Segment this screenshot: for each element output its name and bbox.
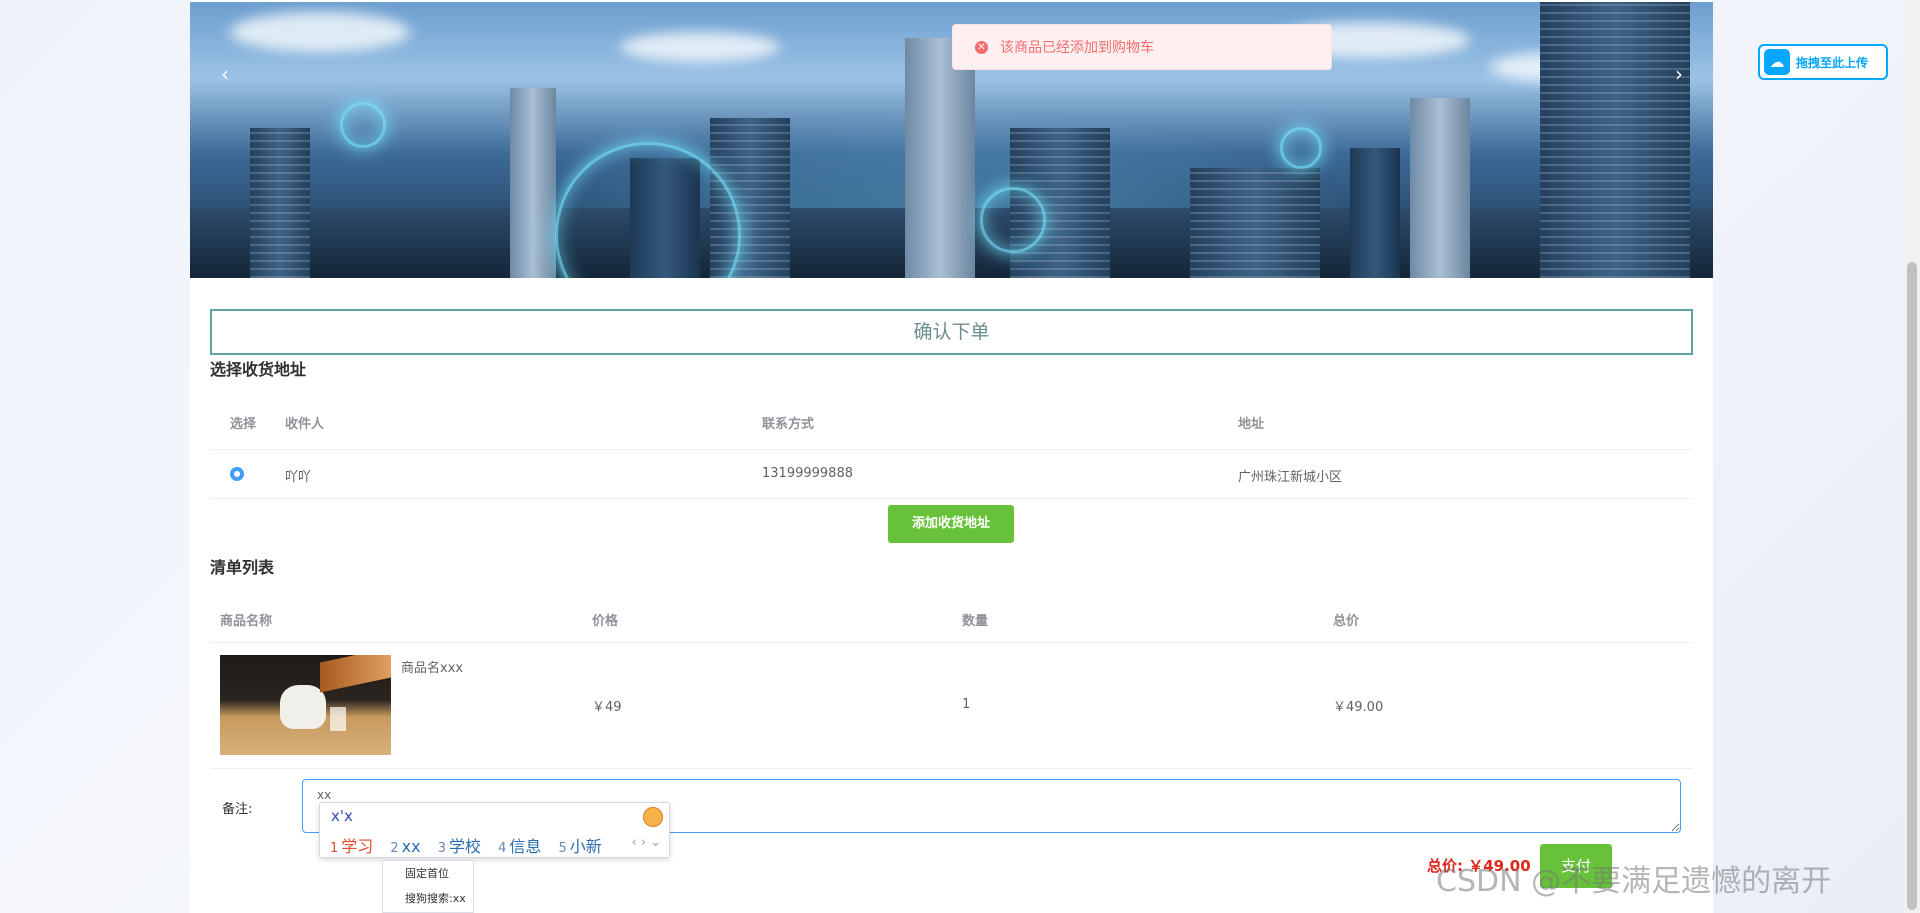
col-total: 总价: [1333, 614, 1360, 629]
upload-label: 拖拽至此上传: [1796, 55, 1869, 70]
error-circle-icon: ✕: [975, 40, 988, 54]
product-quantity: 1: [962, 697, 971, 712]
cloud-icon: ☁: [1764, 49, 1790, 75]
banner-cloud: [620, 32, 780, 62]
scrollbar-thumb[interactable]: [1907, 262, 1917, 910]
ime-candidate-popup: x'x 1 学习 2 xx 3 学校 4 信息 5 小新 ‹ › ⌄: [319, 802, 670, 858]
carousel-prev-arrow[interactable]: ‹: [221, 64, 229, 84]
order-table: 商品名称 价格 数量 总价 商品名xxx ￥49 1 ￥49.00: [210, 590, 1693, 769]
address-table-header: 选择 收件人 联系方式 地址: [210, 393, 1693, 450]
order-section-title: 清单列表: [210, 558, 275, 577]
add-address-button[interactable]: 添加收货地址: [888, 505, 1014, 543]
address-radio[interactable]: [230, 467, 244, 481]
remark-label: 备注:: [222, 802, 253, 817]
banner-building: [1540, 2, 1690, 278]
banner-glow-ring: [340, 102, 386, 148]
banner-building: [905, 38, 975, 278]
banner-glow-ring: [1280, 127, 1322, 169]
banner-building: [510, 88, 556, 278]
product-total: ￥49.00: [1333, 700, 1384, 715]
product-image-bottle: [320, 655, 391, 693]
ime-composition: x'x: [331, 807, 353, 825]
ime-candidate[interactable]: 1 学习: [330, 837, 373, 856]
toast-message: ✕ 该商品已经添加到购物车: [952, 24, 1332, 70]
banner-building: [1190, 168, 1320, 278]
banner-building: [250, 128, 310, 278]
product-image-glass: [330, 707, 346, 731]
address-cell: 广州珠江新城小区: [1238, 470, 1343, 485]
recipient-cell: 吖吖: [285, 470, 312, 485]
col-select: 选择: [230, 417, 257, 432]
address-section-title: 选择收货地址: [210, 360, 307, 379]
ime-candidate[interactable]: 2 xx: [390, 837, 420, 856]
ime-skin-icon[interactable]: [643, 807, 663, 827]
col-quantity: 数量: [962, 614, 989, 629]
toast-text: 该商品已经添加到购物车: [1000, 40, 1154, 56]
ime-candidate[interactable]: 3 学校: [438, 837, 481, 856]
banner-glow-ring: [980, 187, 1046, 253]
ime-menu-pin[interactable]: 固定首位: [383, 861, 473, 886]
ime-candidate[interactable]: 5 小新: [558, 837, 601, 856]
watermark-text: CSDN @不要满足遗憾的离开: [1436, 864, 1832, 899]
col-address: 地址: [1238, 417, 1265, 432]
product-image: [220, 655, 391, 755]
ime-context-menu: 固定首位 搜狗搜索:xx: [382, 860, 474, 913]
address-table: 选择 收件人 联系方式 地址 吖吖 13199999888 广州珠江新城小区: [210, 393, 1693, 499]
ime-menu-search[interactable]: 搜狗搜索:xx: [383, 886, 473, 911]
banner-building: [1350, 148, 1400, 278]
col-product-name: 商品名称: [220, 614, 273, 629]
page-title: 确认下单: [210, 309, 1693, 355]
order-table-header: 商品名称 价格 数量 总价: [210, 590, 1693, 643]
phone-cell: 13199999888: [762, 466, 853, 481]
product-price: ￥49: [592, 700, 622, 715]
upload-button[interactable]: ☁ 拖拽至此上传: [1758, 44, 1888, 80]
banner-carousel[interactable]: ‹ › ✕ 该商品已经添加到购物车: [190, 2, 1713, 278]
ime-page-nav[interactable]: ‹ › ⌄: [631, 835, 661, 850]
ime-candidates: 1 学习 2 xx 3 学校 4 信息 5 小新: [330, 833, 614, 857]
order-row: 商品名xxx ￥49 1 ￥49.00: [210, 643, 1693, 769]
address-row[interactable]: 吖吖 13199999888 广州珠江新城小区: [210, 450, 1693, 499]
page-scrollbar[interactable]: [1904, 0, 1920, 913]
col-recipient: 收件人: [285, 417, 325, 432]
col-phone: 联系方式: [762, 417, 815, 432]
ime-candidate[interactable]: 4 信息: [498, 837, 541, 856]
product-name: 商品名xxx: [401, 661, 464, 676]
col-price: 价格: [592, 614, 619, 629]
carousel-next-arrow[interactable]: ›: [1675, 64, 1683, 84]
banner-cloud: [230, 12, 410, 52]
banner-building: [1410, 98, 1470, 278]
